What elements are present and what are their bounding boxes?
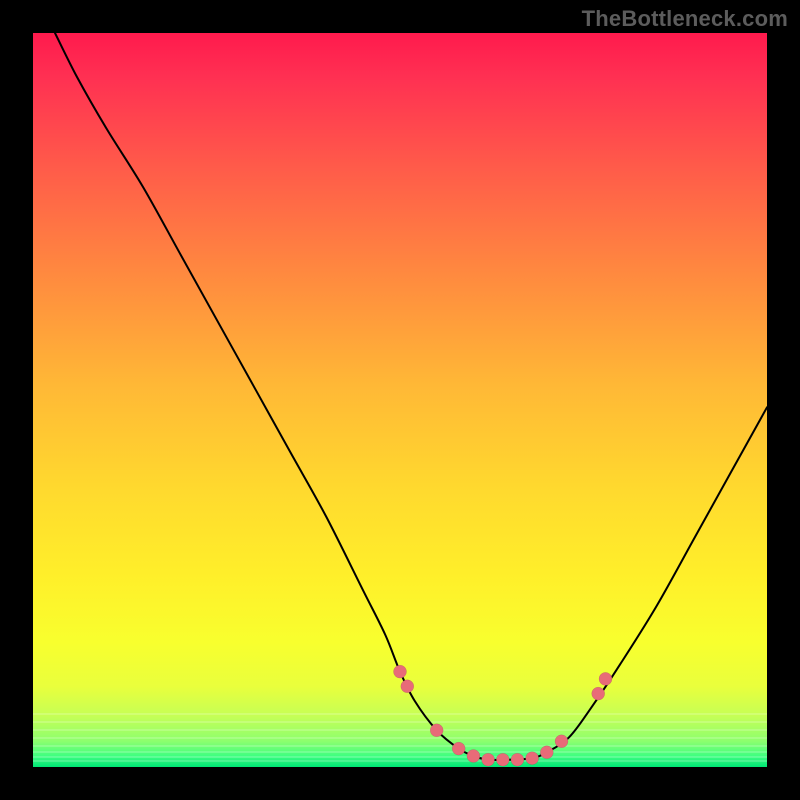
curve-marker bbox=[452, 742, 465, 755]
curve-marker bbox=[526, 752, 539, 765]
curve-marker bbox=[511, 753, 524, 766]
curve-marker bbox=[430, 724, 443, 737]
curve-marker bbox=[394, 665, 407, 678]
curve-marker bbox=[482, 753, 495, 766]
curve-markers bbox=[394, 665, 613, 766]
curve-marker bbox=[467, 750, 480, 763]
curve-svg bbox=[33, 33, 767, 767]
curve-marker bbox=[401, 680, 414, 693]
plot-area bbox=[33, 33, 767, 767]
curve-marker bbox=[496, 753, 509, 766]
bottleneck-curve bbox=[55, 33, 767, 760]
watermark-label: TheBottleneck.com bbox=[582, 6, 788, 32]
curve-marker bbox=[592, 687, 605, 700]
curve-marker bbox=[555, 735, 568, 748]
curve-marker bbox=[540, 746, 553, 759]
chart-frame: TheBottleneck.com bbox=[0, 0, 800, 800]
curve-marker bbox=[599, 672, 612, 685]
